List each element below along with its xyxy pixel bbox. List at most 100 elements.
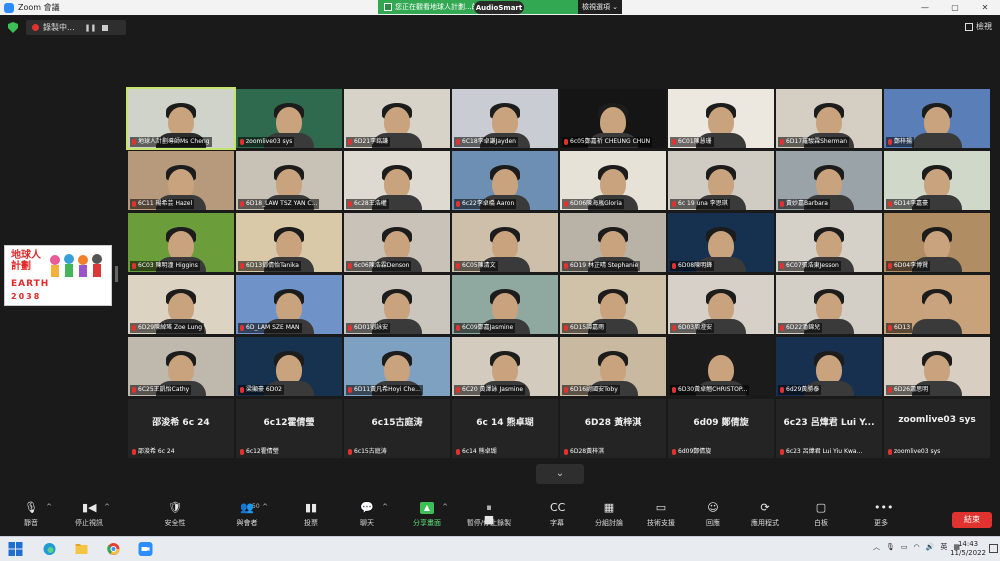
notification-center-icon[interactable] — [989, 544, 998, 553]
participant-tile[interactable]: 6D14李嘉豪 — [884, 151, 990, 210]
tray-volume-icon[interactable]: 🔊 — [926, 543, 935, 551]
participant-tile[interactable]: 黃妙嘉Barbara — [776, 151, 882, 210]
participant-tile[interactable]: 6D13 — [884, 275, 990, 334]
participant-tile[interactable]: 6D21李銘謙 — [344, 89, 450, 148]
participant-name-label: 6C01陳慧珊 — [670, 137, 714, 147]
participant-tile[interactable]: 6c22李卓橋 Aaron — [452, 151, 558, 210]
participant-tile[interactable]: zoomlive03 sys — [236, 89, 342, 148]
reactions-button[interactable]: ☺ 回應 — [684, 500, 742, 532]
caret-up-icon[interactable]: ^ — [382, 503, 388, 511]
end-meeting-button[interactable]: 結束 — [952, 512, 992, 528]
participant-tile[interactable]: 6d09 鄭倩旋 6d09鄭倩旋 — [668, 399, 774, 458]
participant-tile[interactable]: 6D26蕭思明 — [884, 337, 990, 396]
chat-button[interactable]: 💬 聊天 ^ — [338, 500, 396, 532]
edge-browser-icon[interactable] — [42, 542, 57, 556]
participant-tile[interactable]: 6D18_LAW TSZ YAN C... — [236, 151, 342, 210]
tray-mic-icon[interactable]: 🎙 — [886, 543, 895, 551]
mute-button[interactable]: 🎙 靜音 ^ — [2, 500, 60, 532]
close-button[interactable]: ✕ — [970, 0, 1000, 15]
split-resize-handle[interactable] — [115, 266, 118, 282]
participant-tile[interactable]: 6c12霍倩瑩 6c12霍倩瑩 — [236, 399, 342, 458]
participant-tile[interactable]: 6D29陳綽瑤 Zoe Lung — [128, 275, 234, 334]
participant-tile[interactable]: 地球人計劃導師Ms Cheng — [126, 87, 236, 150]
view-button[interactable]: 檢視 — [965, 21, 992, 32]
participant-tile[interactable]: 6c06陳浩霖Denson — [344, 213, 450, 272]
participant-tile[interactable]: 6c 19 una 李思琪 — [668, 151, 774, 210]
participant-tile[interactable]: 6D15譚嘉雨 — [560, 275, 666, 334]
participant-tile[interactable]: 6d29黃勝泰 — [776, 337, 882, 396]
participant-tile[interactable]: 6D13鄧倩怡Tanika — [236, 213, 342, 272]
muted-mic-icon — [564, 387, 568, 393]
polls-button[interactable]: ▮▮ 投票 — [282, 500, 340, 532]
participant-tile[interactable]: 6C20 黃澤詠 Jasmine — [452, 337, 558, 396]
participant-tile[interactable]: 6D28 黃梓淇 6D28黃梓淇 — [560, 399, 666, 458]
participant-tile[interactable]: 6C01陳慧珊 — [668, 89, 774, 148]
participant-tile[interactable]: 6D08陳明鋒 — [668, 213, 774, 272]
breakout-rooms-button[interactable]: ▦ 分組討論 — [580, 500, 638, 532]
participant-tile[interactable]: 6c15古庭涛 6c15古庭涛 — [344, 399, 450, 458]
participant-tile[interactable]: zoomlive03 sys zoomlive03 sys — [884, 399, 990, 458]
view-options-dropdown[interactable]: 檢視選項 ⌄ — [578, 0, 622, 14]
captions-button[interactable]: CC 字幕 — [528, 500, 586, 532]
more-button[interactable]: ••• 更多 — [852, 500, 910, 532]
chrome-browser-icon[interactable] — [106, 542, 121, 556]
participant-tile[interactable]: 梁顯豪 6D02 — [236, 337, 342, 396]
participant-tile[interactable]: 6D22潘錦兒 — [776, 275, 882, 334]
tech-support-button[interactable]: ▭ 技術支援 — [632, 500, 690, 532]
participant-tile[interactable]: 6C25王凱怡Cathy — [128, 337, 234, 396]
share-screen-button[interactable]: ▲ 分享畫面 ^ — [398, 500, 456, 532]
participant-tile[interactable]: 6D06陳海嵐Gloria — [560, 151, 666, 210]
tray-chevron-icon[interactable]: ︿ — [873, 542, 880, 552]
participant-tile[interactable]: 6D30黃卓翹CHRISTOP... — [668, 337, 774, 396]
participant-tile[interactable]: 6D11黃凡希Hoyi Che... — [344, 337, 450, 396]
participant-tile[interactable]: 6D17羅駿霖Sherman — [776, 89, 882, 148]
participant-name-label: 6D13鄧倩怡Tanika — [238, 261, 301, 271]
apps-button[interactable]: ⟳ 應用程式 — [736, 500, 794, 532]
participant-tile[interactable]: 6C05陳清文 — [452, 213, 558, 272]
pause-stop-recording-button[interactable]: ⏸ ■ 暫停/停止錄製 — [460, 500, 518, 532]
caret-up-icon[interactable]: ^ — [442, 503, 448, 511]
tray-wifi-icon[interactable]: ◠ — [914, 543, 920, 551]
caret-up-icon[interactable]: ^ — [46, 503, 52, 511]
windows-start-icon[interactable] — [8, 542, 23, 556]
participant-name-text: 6D15譚嘉雨 — [570, 324, 605, 331]
participant-tile[interactable]: 6c 14 熊卓瑚 6c14 熊卓瑚 — [452, 399, 558, 458]
participants-button[interactable]: 👥 與會者 50 ^ — [218, 500, 276, 532]
participant-tile[interactable]: 6C18李卓謙Jayden — [452, 89, 558, 148]
participant-display-name: 6d09 鄭倩旋 — [693, 418, 749, 428]
participant-tile[interactable]: 鄭梓揚 — [884, 89, 990, 148]
maximize-button[interactable]: ▢ — [940, 0, 970, 15]
participant-tile[interactable]: 6c05鄭嘉祈 CHEUNG CHUN — [560, 89, 666, 148]
participant-tile[interactable]: 6c28王浩權 — [344, 151, 450, 210]
participant-tile[interactable]: 6C11 楊希芸 Hazel — [128, 151, 234, 210]
file-explorer-icon[interactable] — [74, 542, 89, 556]
tray-network-icon[interactable]: ▭ — [901, 543, 908, 551]
participant-tile[interactable]: 6C07張浩東Jesson — [776, 213, 882, 272]
minimize-button[interactable]: — — [910, 0, 940, 15]
participant-tile[interactable]: 6D03周澄安 — [668, 275, 774, 334]
security-button[interactable]: 🛡 安全性 — [146, 500, 204, 532]
logo-earth-text: EARTH — [11, 279, 50, 289]
participant-tile[interactable]: 6D16尉國安Toby — [560, 337, 666, 396]
pause-recording-icon[interactable]: ❚❚ — [85, 24, 97, 32]
participant-tile[interactable]: 6D01劉詠安 — [344, 275, 450, 334]
shared-screen-thumbnail[interactable]: 地球人 計劃 EARTH 2038 — [4, 245, 112, 306]
stop-recording-icon[interactable] — [102, 24, 109, 31]
caret-up-icon[interactable]: ^ — [104, 503, 110, 511]
participant-tile[interactable]: 6D04李博賢 — [884, 213, 990, 272]
taskbar-clock[interactable]: 14:43 11/5/2022 — [950, 540, 986, 558]
participant-tile[interactable]: 6c23 呂煒君 Lui Y... 6c23 呂煒君 Lui Yiu Kwa... — [776, 399, 882, 458]
expand-gallery-button[interactable]: ⌄ — [536, 464, 584, 484]
whiteboard-button[interactable]: ▢ 白板 — [792, 500, 850, 532]
participant-tile[interactable]: 6D_LAM SZE MAN — [236, 275, 342, 334]
participant-tile[interactable]: 邵浚希 6c 24 邵浚希 6c 24 — [128, 399, 234, 458]
caret-up-icon[interactable]: ^ — [262, 503, 268, 511]
tray-language[interactable]: 英 — [940, 542, 947, 552]
zoom-taskbar-icon[interactable] — [138, 542, 153, 556]
participant-name-label: 6D06陳海嵐Gloria — [562, 199, 624, 209]
participant-tile[interactable]: 6C09鄭嘉Jasmine — [452, 275, 558, 334]
participant-tile[interactable]: 6C03 陳明潼 Higgins — [128, 213, 234, 272]
muted-mic-icon — [888, 201, 892, 207]
participant-tile[interactable]: 6D19 林芷晴 Stephanie — [560, 213, 666, 272]
stop-video-button[interactable]: ▮◀ 停止視訊 ^ — [60, 500, 118, 532]
